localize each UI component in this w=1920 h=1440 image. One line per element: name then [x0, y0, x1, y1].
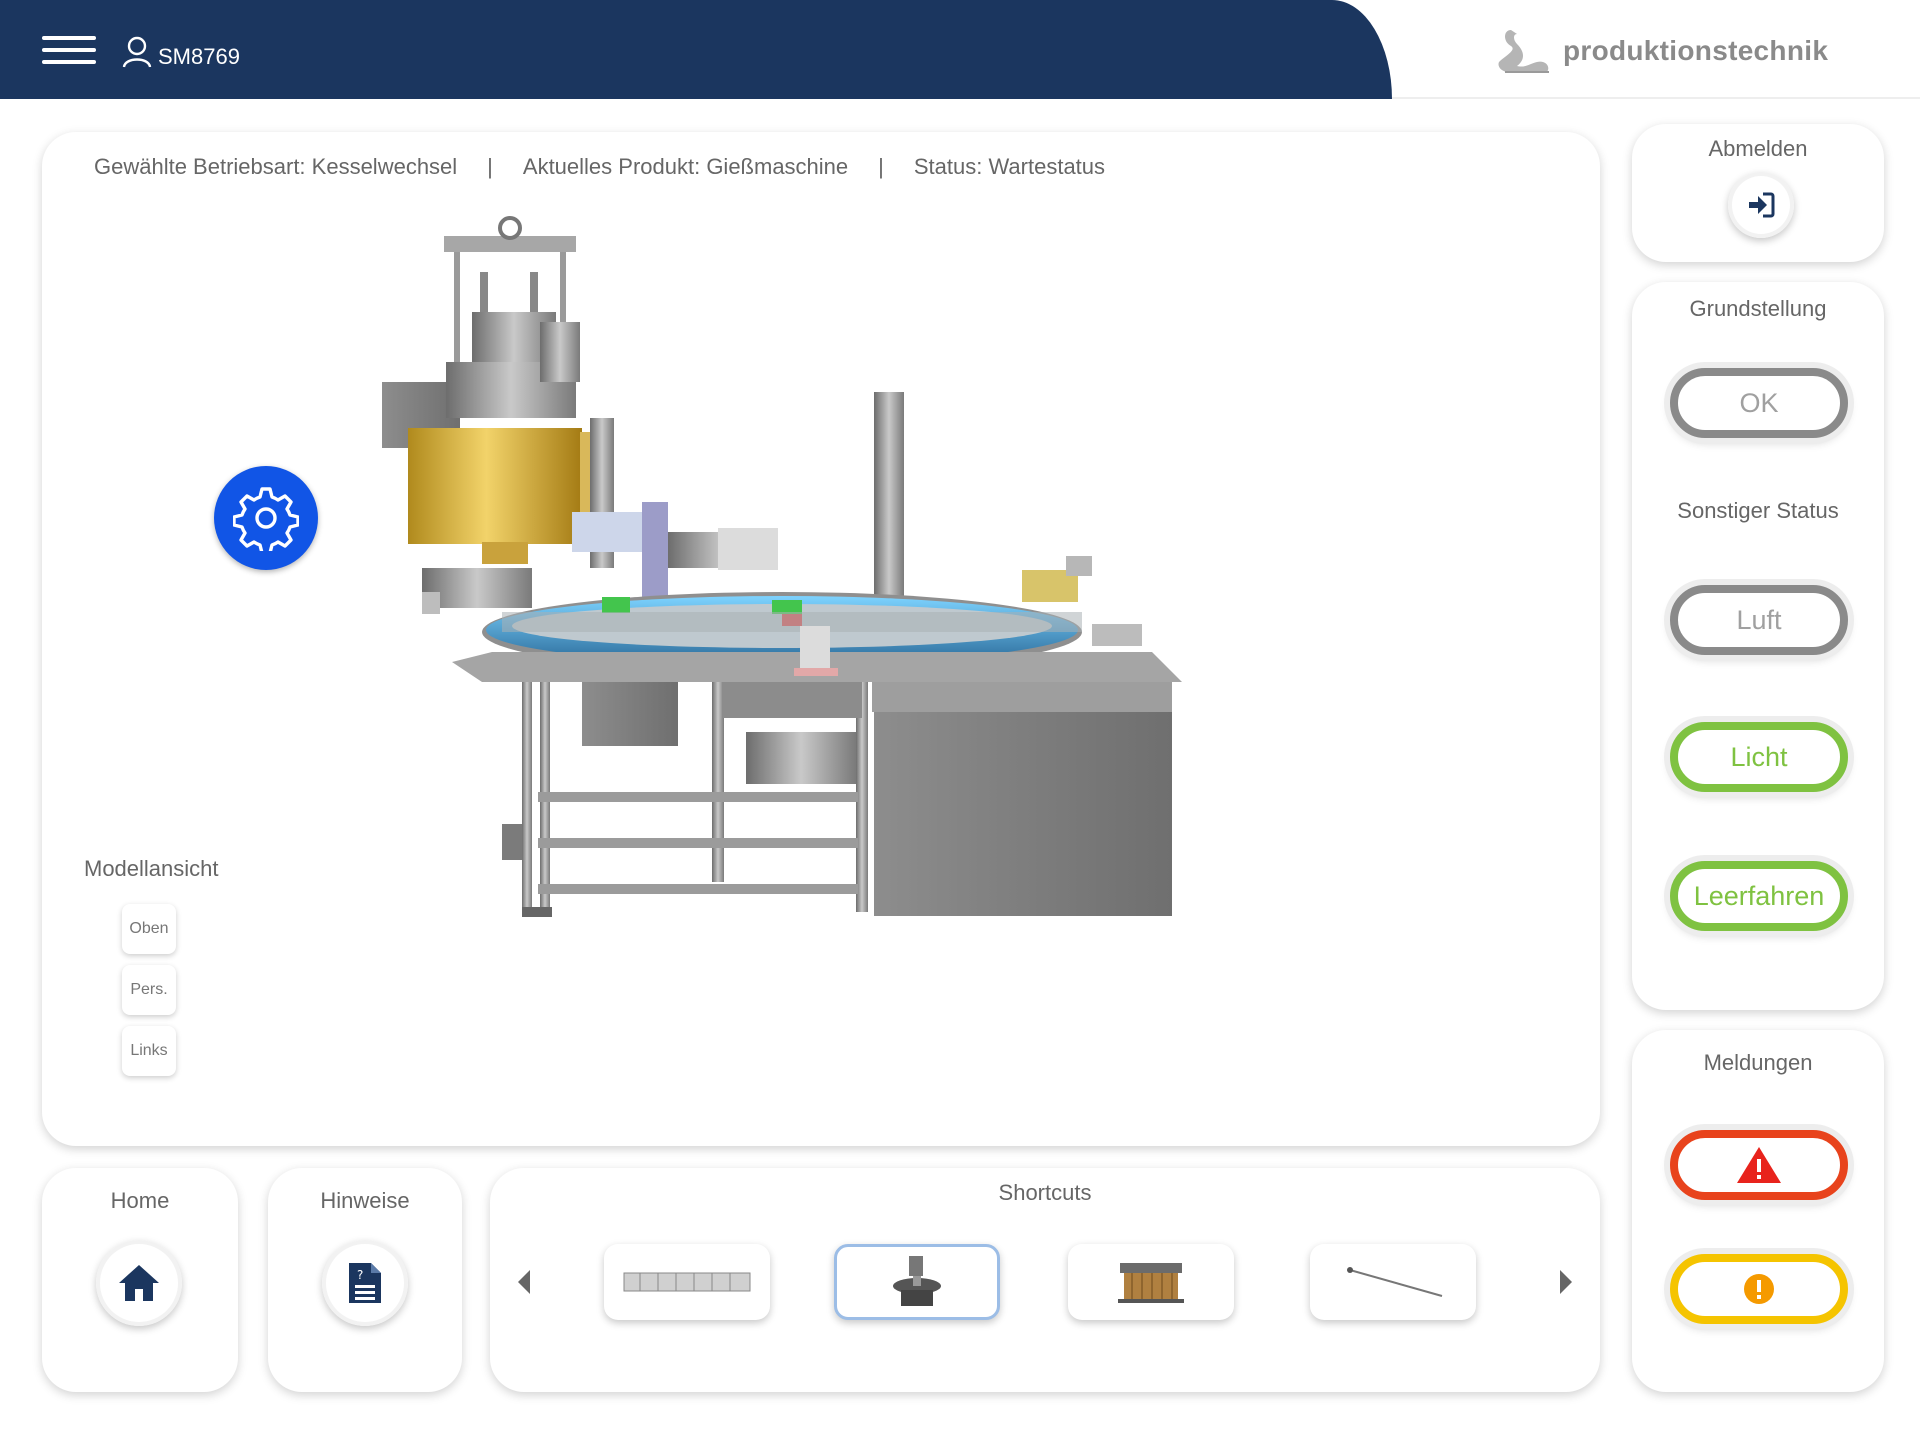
document-icon: ?	[349, 1263, 381, 1303]
separator: |	[878, 154, 884, 179]
other-status-title: Sonstiger Status	[1677, 498, 1839, 523]
shortcut-station[interactable]	[1068, 1244, 1234, 1320]
user-icon	[122, 36, 152, 68]
home-title: Home	[110, 1188, 170, 1213]
ok-status-button[interactable]: OK	[1670, 368, 1848, 438]
hints-button[interactable]: ?	[322, 1240, 408, 1326]
air-status-button[interactable]: Luft	[1670, 585, 1848, 655]
exclamation-circle-icon	[1744, 1274, 1774, 1304]
logout-title: Abmelden	[1708, 136, 1808, 161]
menu-icon[interactable]	[42, 36, 96, 68]
shortcut-casting-machine[interactable]	[834, 1244, 1000, 1320]
operating-mode: Gewählte Betriebsart: Kesselwechsel	[94, 154, 458, 179]
rod-tool-thumbnail	[1347, 1267, 1443, 1297]
current-product: Aktuelles Produkt: Gießmaschine	[522, 154, 849, 179]
brand-name: produktionstechnik	[1563, 35, 1829, 66]
hints-title: Hinweise	[320, 1188, 410, 1213]
separator: |	[487, 154, 493, 179]
messages-title: Meldungen	[1703, 1050, 1813, 1075]
chevron-right-icon[interactable]	[1558, 1268, 1574, 1296]
production-line-thumbnail	[623, 1272, 751, 1292]
machine-view-panel: Gewählte Betriebsart: Kesselwechsel | Aktu…	[42, 132, 1600, 1146]
user-name: SM8769	[158, 44, 240, 69]
warning-messages-button[interactable]	[1670, 1254, 1848, 1324]
home-button[interactable]	[96, 1240, 182, 1326]
status-info-line: Gewählte Betriebsart: Kesselwechsel | Aktu…	[94, 154, 1105, 180]
error-messages-button[interactable]	[1670, 1130, 1848, 1200]
view-top-button[interactable]: Oben	[122, 904, 176, 954]
status-card: Grundstellung OK Sonstiger Status Luft L…	[1632, 282, 1884, 1010]
logout-button[interactable]	[1728, 172, 1794, 238]
light-status-button[interactable]: Licht	[1670, 722, 1848, 792]
hints-card: Hinweise ?	[268, 1168, 462, 1392]
home-position-title: Grundstellung	[1689, 296, 1827, 321]
shortcuts-card: Shortcuts	[490, 1168, 1600, 1392]
casting-machine-thumbnail	[893, 1256, 941, 1306]
svg-text:?: ?	[357, 1268, 363, 1282]
home-icon	[119, 1265, 159, 1301]
chevron-left-icon[interactable]	[516, 1268, 532, 1296]
messages-card: Meldungen	[1632, 1030, 1884, 1392]
shortcut-tool[interactable]	[1310, 1244, 1476, 1320]
swan-logo	[1498, 30, 1549, 73]
machine-3d-model[interactable]	[362, 212, 1372, 1092]
machine-status: Status: Wartestatus	[913, 154, 1106, 179]
shortcuts-title: Shortcuts	[998, 1180, 1092, 1205]
view-left-button[interactable]: Links	[122, 1026, 176, 1076]
warning-triangle-icon	[1737, 1147, 1781, 1183]
model-view-title: Modellansicht	[84, 856, 219, 881]
view-perspective-button[interactable]: Pers.	[122, 965, 176, 1015]
gear-icon	[233, 487, 299, 551]
settings-button[interactable]	[214, 466, 318, 570]
home-card: Home	[42, 1168, 238, 1392]
brand-logo: produktionstechnik	[1495, 26, 1828, 76]
shortcut-line-overview[interactable]	[604, 1244, 770, 1320]
empty-run-button[interactable]: Leerfahren	[1670, 861, 1848, 931]
sign-in-icon	[1749, 192, 1775, 218]
logout-card: Abmelden	[1632, 124, 1884, 262]
station-thumbnail	[1118, 1263, 1184, 1303]
header-bar: SM8769	[0, 0, 1392, 99]
header-divider	[1392, 97, 1920, 99]
